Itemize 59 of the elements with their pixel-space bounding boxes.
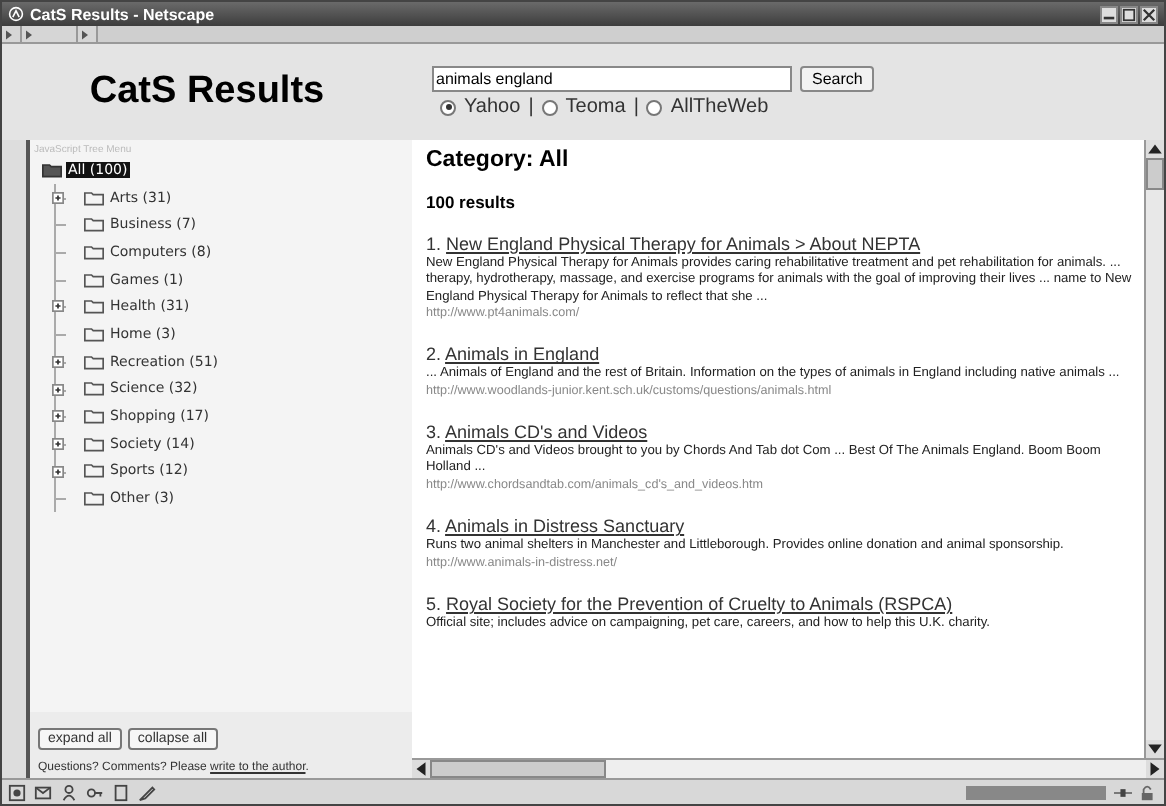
expand-icon[interactable] — [52, 410, 64, 423]
close-icon — [1142, 7, 1156, 21]
separator: | — [633, 96, 639, 118]
maximize-button[interactable] — [1120, 5, 1138, 23]
expand-icon[interactable] — [52, 355, 64, 368]
key-icon[interactable] — [86, 783, 104, 801]
maximize-icon — [1122, 7, 1136, 21]
radio-button[interactable] — [541, 99, 558, 115]
scroll-up-icon[interactable] — [1146, 140, 1164, 158]
result-number: 5. — [426, 594, 442, 615]
radio-label[interactable]: Teoma — [565, 96, 626, 118]
separator: | — [528, 96, 534, 118]
horizontal-scrollbar[interactable] — [412, 758, 1164, 778]
result-link[interactable]: New England Physical Therapy for Animals > About NEPTA — [446, 234, 921, 254]
triangle-icon — [82, 29, 88, 39]
result-number: 2. — [426, 344, 442, 365]
site-title: CatS Results — [87, 70, 327, 114]
toolbar-grip[interactable] — [2, 26, 22, 42]
result-number: 1. — [426, 234, 442, 254]
scroll-down-icon[interactable] — [1146, 740, 1164, 758]
triangle-icon — [26, 29, 32, 39]
browser-icon — [8, 6, 24, 22]
minimize-button[interactable] — [1100, 5, 1118, 23]
radio-button[interactable] — [646, 99, 663, 115]
result-count: 100 results — [426, 192, 517, 212]
edit-icon[interactable] — [138, 783, 156, 801]
toolbar-grip[interactable] — [22, 26, 78, 42]
page-icon[interactable] — [112, 783, 130, 801]
scroll-right-icon[interactable] — [1146, 760, 1164, 778]
scroll-thumb[interactable] — [430, 760, 606, 778]
expand-icon[interactable] — [52, 383, 64, 395]
category-heading: Category: All — [426, 148, 571, 172]
lock-icon — [1140, 783, 1158, 801]
scroll-thumb[interactable] — [1146, 158, 1164, 190]
vertical-scrollbar[interactable] — [1144, 140, 1164, 758]
scroll-left-icon[interactable] — [412, 760, 430, 778]
expand-icon[interactable] — [52, 437, 64, 450]
search-field[interactable]: animals england — [432, 66, 792, 92]
search-button[interactable]: Search — [800, 66, 875, 92]
result-number: 3. — [426, 422, 442, 443]
expand-icon[interactable] — [52, 300, 64, 313]
close-button[interactable] — [1140, 5, 1158, 23]
expand-icon[interactable] — [52, 191, 64, 204]
person-icon[interactable] — [60, 783, 78, 801]
expand-icon[interactable] — [52, 465, 64, 478]
result-link[interactable]: Animals in Distress Sanctuary — [445, 516, 685, 537]
triangle-icon — [6, 29, 12, 39]
connection-icon — [1114, 783, 1132, 801]
radio-label[interactable]: AllTheWeb — [670, 96, 769, 118]
result-number: 4. — [426, 516, 442, 537]
toolbar-grip[interactable] — [78, 26, 98, 42]
radio-button[interactable] — [440, 99, 456, 115]
result-link[interactable]: Animals in England — [445, 344, 600, 365]
window-title: CatS Results - Netscape — [30, 5, 217, 23]
folder-icon — [42, 161, 62, 178]
mail-icon[interactable] — [34, 783, 52, 801]
radio-label[interactable]: Yahoo — [464, 96, 521, 118]
result-link[interactable]: Animals CD's and Videos — [445, 422, 648, 443]
result-link[interactable]: Royal Society for the Prevention of Cruelty to Animals (RSPCA) — [446, 594, 953, 615]
